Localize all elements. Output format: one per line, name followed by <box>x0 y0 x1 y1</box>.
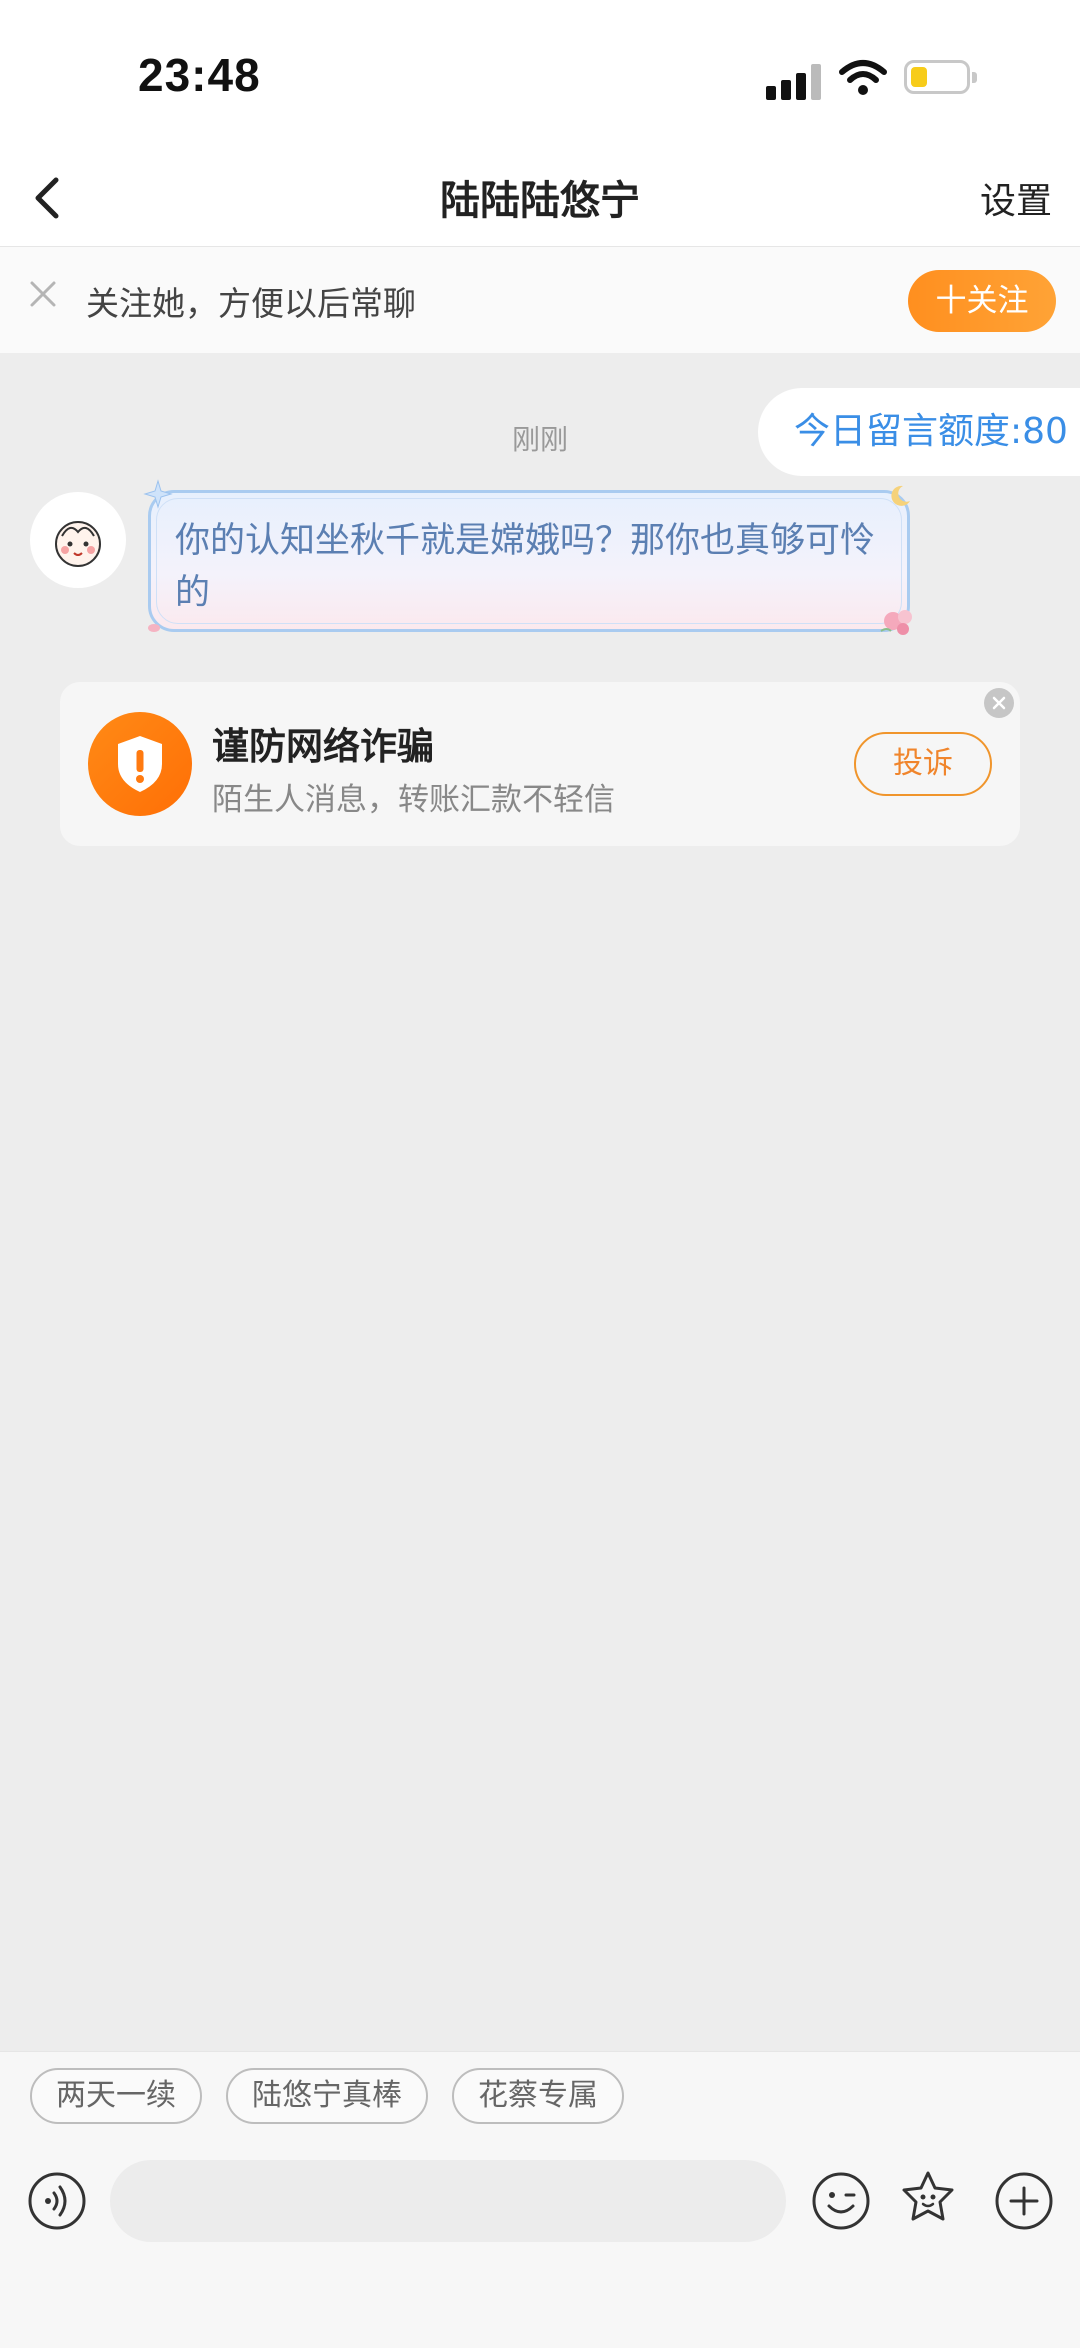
petal-decoration-icon <box>148 624 160 632</box>
voice-input-icon[interactable] <box>26 2170 88 2232</box>
quick-reply-chip[interactable]: 花蔡专属 <box>452 2068 624 2124</box>
status-bar: 23:48 <box>0 0 1080 150</box>
close-icon[interactable] <box>984 688 1014 718</box>
message-bubble[interactable]: 你的认知坐秋千就是嫦娥吗？那你也真够可怜的 <box>143 479 912 635</box>
sticker-star-icon[interactable] <box>897 2168 959 2230</box>
cartoon-face-icon <box>55 521 101 567</box>
message-timestamp: 刚刚 <box>511 423 568 456</box>
wifi-icon <box>839 60 887 95</box>
nav-bar: 陆陆陆悠宁 设置 <box>0 150 1080 247</box>
page-title: 陆陆陆悠宁 <box>440 178 640 224</box>
input-panel: 两天一续 陆悠宁真棒 花蔡专属 <box>0 2051 1080 2348</box>
message-text: 你的认知坐秋千就是嫦娥吗？那你也真够可怜的 <box>175 521 876 613</box>
avatar[interactable] <box>30 492 126 588</box>
shield-warning-icon <box>88 712 192 816</box>
emoji-icon[interactable] <box>810 2170 872 2232</box>
message-input[interactable] <box>110 2160 786 2242</box>
plus-icon[interactable] <box>993 2170 1055 2232</box>
status-time: 23:48 <box>138 49 261 101</box>
moon-decoration-icon <box>891 485 910 506</box>
follow-button[interactable]: 十关注 <box>908 270 1056 332</box>
report-button[interactable]: 投诉 <box>854 732 992 796</box>
settings-button[interactable]: 设置 <box>980 172 1052 224</box>
follow-banner: 关注她，方便以后常聊 十关注 <box>0 247 1080 353</box>
flower-decoration-icon <box>880 610 912 635</box>
warning-subtitle: 陌生人消息，转账汇款不轻信 <box>212 782 615 818</box>
battery-icon <box>904 60 977 94</box>
cellular-signal-icon <box>766 62 826 100</box>
sparkle-decoration-icon <box>143 479 173 509</box>
follow-prompt-text: 关注她，方便以后常聊 <box>86 284 416 323</box>
warning-title: 谨防网络诈骗 <box>212 725 434 768</box>
quick-reply-chip[interactable]: 两天一续 <box>30 2068 202 2124</box>
fraud-warning-card: 谨防网络诈骗 陌生人消息，转账汇款不轻信 投诉 <box>60 682 1020 846</box>
quick-reply-chip[interactable]: 陆悠宁真棒 <box>226 2068 428 2124</box>
close-icon[interactable] <box>26 277 60 311</box>
